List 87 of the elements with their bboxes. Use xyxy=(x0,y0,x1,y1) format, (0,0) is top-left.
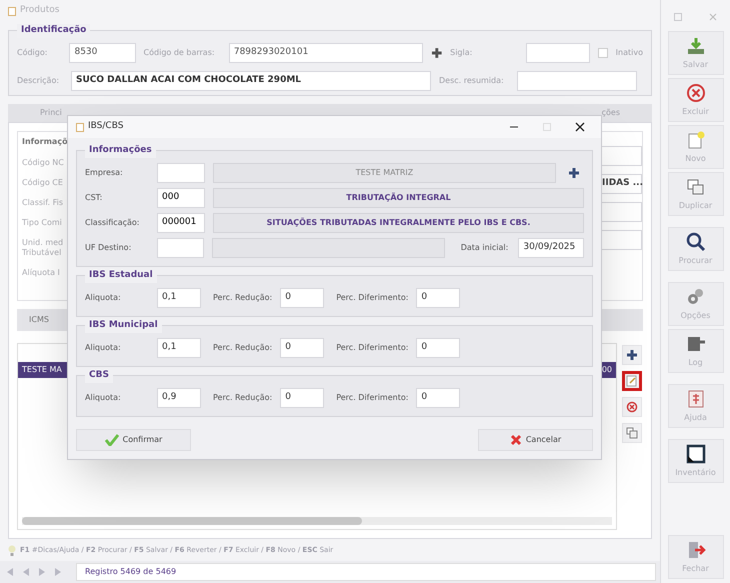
description-field: TESTE MATRIZ xyxy=(213,163,556,183)
code-field[interactable] xyxy=(156,238,204,258)
lightbulb-icon xyxy=(8,544,16,556)
reduction-field[interactable]: 0 xyxy=(280,338,324,358)
side-button[interactable] xyxy=(622,397,642,417)
description-field: TRIBUTAÇÃO INTEGRAL xyxy=(213,188,584,208)
input-field[interactable] xyxy=(600,202,642,222)
input-field[interactable] xyxy=(600,146,642,166)
field-label: Aliquota: xyxy=(85,292,122,304)
rate-field[interactable]: 0,1 xyxy=(157,338,201,358)
field-label: Classificação: xyxy=(85,217,140,229)
table-cell: TESTE MA xyxy=(22,364,62,376)
search-icon xyxy=(684,231,706,253)
field-label: Código de barras: xyxy=(144,47,216,59)
field-label: Perc. Redução: xyxy=(213,392,272,404)
checkmark-icon xyxy=(104,434,119,446)
group-title: CBS xyxy=(85,369,113,382)
group-title: Informaçõ xyxy=(22,136,69,148)
cross-icon xyxy=(510,434,522,446)
field-label: Descrição: xyxy=(17,75,60,87)
confirm-button[interactable]: Confirmar xyxy=(76,429,191,451)
field-label: Aliquota: xyxy=(85,392,122,404)
field-label: Sigla: xyxy=(450,47,474,59)
deferral-field[interactable]: 0 xyxy=(416,288,460,308)
copy-icon xyxy=(626,427,638,439)
table-cell: 00 xyxy=(602,364,612,376)
input-field[interactable] xyxy=(600,230,642,250)
plus-icon[interactable] xyxy=(430,47,442,59)
abbreviation-field[interactable] xyxy=(526,43,590,63)
cancel-button[interactable]: Cancelar xyxy=(478,429,593,451)
close-icon[interactable] xyxy=(575,122,585,132)
record-counter: Registro 5469 de 5469 xyxy=(76,563,656,581)
field-label: Perc. Redução: xyxy=(213,292,272,304)
date-field[interactable]: 30/09/2025 xyxy=(518,238,584,258)
field-label: CST: xyxy=(85,192,104,204)
group-title: IBS Estadual xyxy=(85,269,157,282)
field-label: Código CE xyxy=(22,178,64,188)
dialog-title: IBS/CBS xyxy=(88,120,124,134)
highlighted-button[interactable] xyxy=(622,371,642,391)
plus-icon xyxy=(626,349,638,361)
maximize-icon[interactable] xyxy=(674,13,682,21)
deferral-field[interactable]: 0 xyxy=(416,338,460,358)
plus-icon[interactable] xyxy=(568,167,580,179)
deferral-field[interactable]: 0 xyxy=(416,388,460,408)
rate-field[interactable]: 0,9 xyxy=(157,388,201,408)
checkbox-label: Inativo xyxy=(616,47,643,59)
code-field[interactable]: 8530 xyxy=(69,43,136,63)
window-icon xyxy=(8,6,16,16)
edit-icon xyxy=(626,375,638,387)
field-label: Aliquota: xyxy=(85,342,122,354)
group-title: IBS Municipal xyxy=(85,319,162,332)
barcode-field[interactable]: 7898293020101 xyxy=(228,43,423,63)
code-field[interactable]: 000 xyxy=(157,188,205,208)
reduction-field[interactable]: 0 xyxy=(280,288,324,308)
tab[interactable]: ICMS xyxy=(29,314,49,326)
field-label: UF Destino: xyxy=(85,242,132,254)
field-label: Perc. Diferimento: xyxy=(336,292,408,304)
window-title: Produtos xyxy=(20,4,60,18)
cancel-icon xyxy=(684,82,706,104)
description-field: SITUAÇÕES TRIBUTADAS INTEGRALMENTE PELO IBS E CBS. xyxy=(213,213,584,233)
field-label: Data inicial: xyxy=(460,242,510,254)
input-field[interactable]: IIDAS ... xyxy=(600,174,642,194)
field-label: Perc. Redução: xyxy=(213,342,272,354)
field-label: Código NC xyxy=(22,158,65,168)
frame-icon xyxy=(684,443,706,465)
side-button[interactable] xyxy=(622,345,642,365)
field-label: Desc. resumida: xyxy=(439,75,505,87)
field-label: Perc. Diferimento: xyxy=(336,342,408,354)
field-label: Tipo Comi xyxy=(22,218,63,228)
rate-field[interactable]: 0,1 xyxy=(157,288,201,308)
short-description-field[interactable] xyxy=(517,71,637,91)
field-label: Classif. Fis xyxy=(22,198,64,208)
code-field[interactable]: 000001 xyxy=(157,213,205,233)
group-title: Informações xyxy=(85,144,156,158)
side-button[interactable] xyxy=(622,423,642,443)
cancel-icon xyxy=(626,401,638,413)
reduction-field[interactable]: 0 xyxy=(280,388,324,408)
window-icon xyxy=(76,122,84,132)
field-label: Unid. med Tributável xyxy=(22,238,64,258)
field-label: Código: xyxy=(17,47,48,59)
field-label: Empresa: xyxy=(85,167,124,179)
code-field[interactable] xyxy=(157,163,205,183)
field-label: Perc. Diferimento: xyxy=(336,392,408,404)
field-label: Alíquota I xyxy=(22,268,61,278)
description-field[interactable]: SUCO DALLAN ACAI COM CHOCOLATE 290ML xyxy=(71,71,431,91)
maximize-icon xyxy=(543,123,551,131)
scrollbar[interactable] xyxy=(22,517,612,525)
